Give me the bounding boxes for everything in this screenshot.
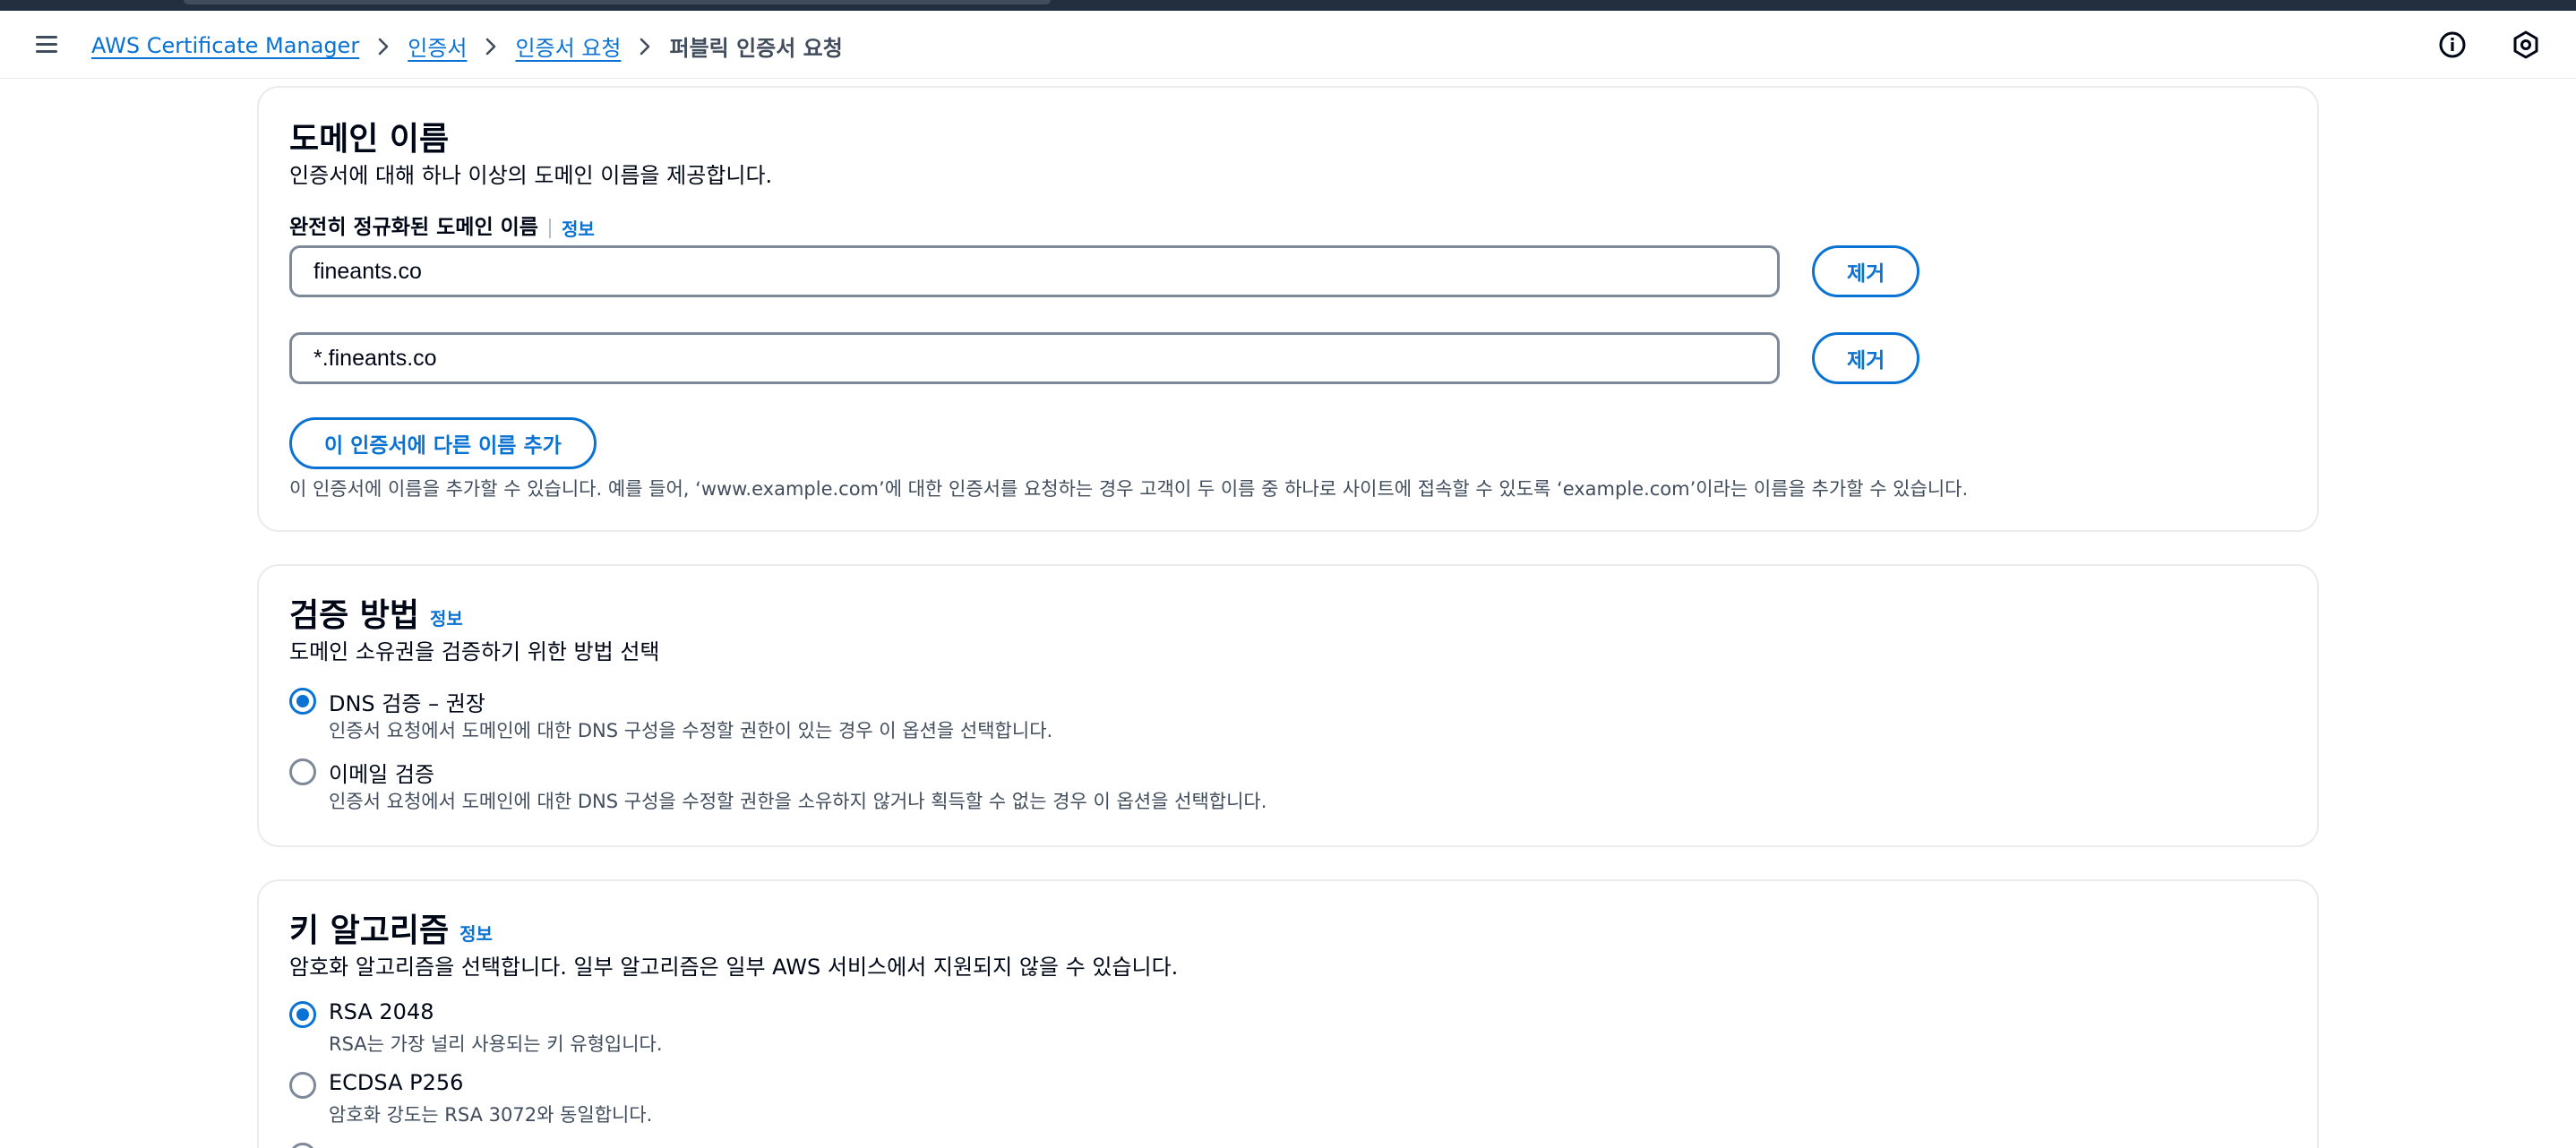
key-algorithm-container: 키 알고리즘 정보 암호화 알고리즘을 선택합니다. 일부 알고리즘은 일부 AW… [257,879,2319,1148]
breadcrumb-request-certificate[interactable]: 인증서 요청 [515,30,621,62]
email-validation-label[interactable]: 이메일 검증 [329,757,434,788]
add-name-helper-text: 이 인증서에 이름을 추가할 수 있습니다. 예를 들어, ‘www.examp… [289,478,1969,500]
validation-info-link[interactable]: 정보 [430,608,463,630]
add-another-name-button[interactable]: 이 인증서에 다른 이름 추가 [289,417,597,469]
domain-names-description: 인증서에 대해 하나 이상의 도메인 이름을 제공합니다. [289,163,773,188]
key-algorithm-title: 키 알고리즘 정보 [289,904,493,951]
ecdsa-p256-label[interactable]: ECDSA P256 [329,1070,463,1095]
validation-method-title-text: 검증 방법 [289,597,420,634]
chevron-right-icon [621,33,669,58]
key-algorithm-title-text: 키 알고리즘 [289,912,450,949]
validation-method-title: 검증 방법 정보 [289,589,463,636]
remove-domain-button-2[interactable]: 제거 [1812,332,1920,384]
rsa-2048-radio[interactable] [289,1001,316,1028]
rsa-2048-description: RSA는 가장 널리 사용되는 키 유형입니다. [329,1033,663,1055]
breadcrumb: AWS Certificate Manager 인증서 인증서 요청 퍼블릭 인… [91,29,843,63]
ecdsa-p256-description: 암호화 강도는 RSA 3072와 동일합니다. [329,1104,653,1126]
top-navigation: AWS Certificate Manager 인증서 인증서 요청 퍼블릭 인… [0,11,2576,79]
remove-domain-button-1[interactable]: 제거 [1812,245,1920,297]
fqdn-label-text: 완전히 정규화된 도메인 이름 [289,216,538,239]
next-algorithm-radio[interactable] [289,1143,316,1148]
key-algorithm-description: 암호화 알고리즘을 선택합니다. 일부 알고리즘은 일부 AWS 서비스에서 지… [289,955,1179,980]
dns-validation-radio[interactable] [289,688,316,715]
settings-hexagon-icon[interactable] [2510,29,2542,61]
email-validation-description: 인증서 요청에서 도메인에 대한 DNS 구성을 수정할 권한을 소유하지 않거… [329,791,1267,812]
key-algorithm-info-link[interactable]: 정보 [459,923,493,945]
rsa-2048-label[interactable]: RSA 2048 [329,999,434,1024]
breadcrumb-current: 퍼블릭 인증서 요청 [669,35,843,61]
fqdn-info-link[interactable]: 정보 [562,218,595,240]
breadcrumb-acm[interactable]: AWS Certificate Manager [91,33,359,58]
validation-method-container: 검증 방법 정보 도메인 소유권을 검증하기 위한 방법 선택 DNS 검증 – … [257,564,2319,847]
dns-validation-label[interactable]: DNS 검증 – 권장 [329,686,485,717]
domain-name-input-1[interactable] [289,245,1780,297]
browser-top-strip [0,0,2576,11]
fqdn-label: 완전히 정규화된 도메인 이름 정보 [289,210,595,241]
info-circle-icon[interactable] [2436,29,2469,61]
breadcrumb-certificates[interactable]: 인증서 [408,30,467,62]
dns-validation-description: 인증서 요청에서 도메인에 대한 DNS 구성을 수정할 권한이 있는 경우 이… [329,720,1053,741]
email-validation-radio[interactable] [289,758,316,785]
menu-icon[interactable] [34,32,61,56]
chevron-right-icon [359,33,408,58]
domain-name-input-2[interactable] [289,332,1780,384]
domain-names-container: 도메인 이름 인증서에 대해 하나 이상의 도메인 이름을 제공합니다. 완전히… [257,86,2319,532]
chevron-right-icon [467,33,515,58]
address-bar-remnant [184,0,1051,4]
validation-method-description: 도메인 소유권을 검증하기 위한 방법 선택 [289,639,660,664]
domain-names-title: 도메인 이름 [289,121,450,158]
ecdsa-p256-radio[interactable] [289,1072,316,1099]
label-divider [548,218,551,238]
